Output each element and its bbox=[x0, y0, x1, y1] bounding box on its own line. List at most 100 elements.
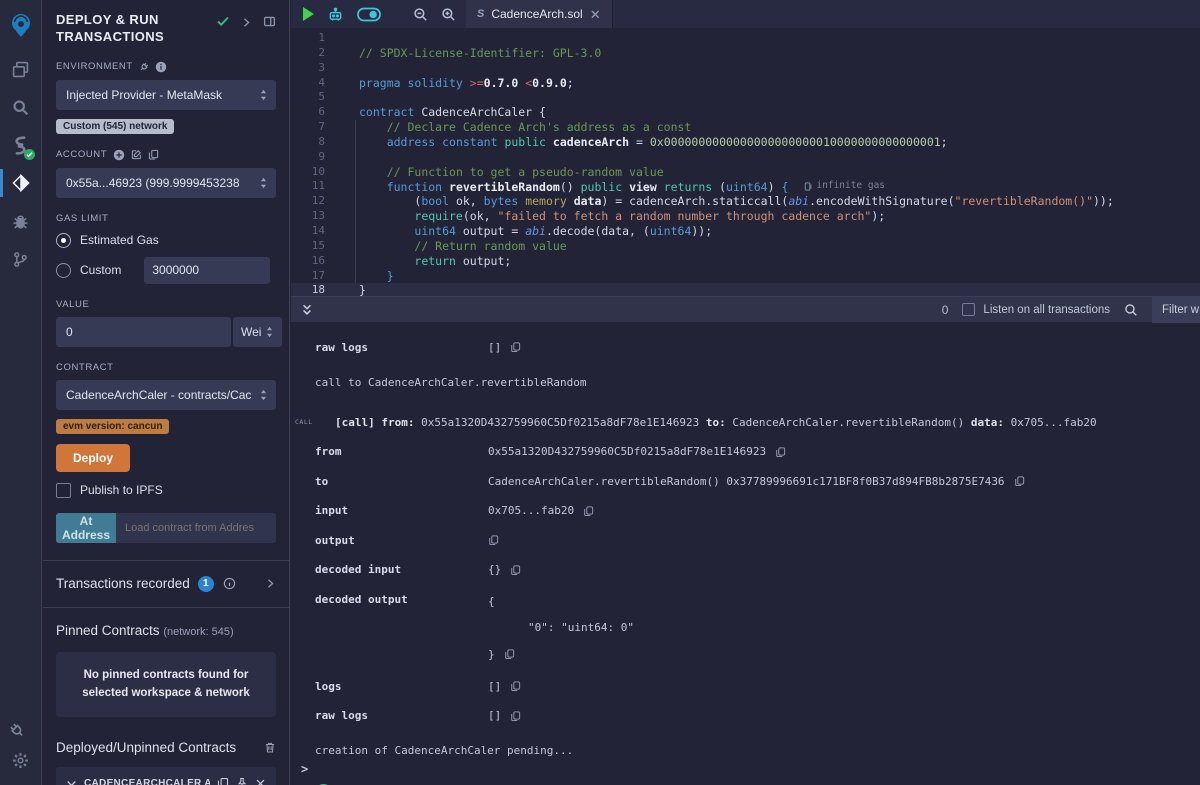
code-line[interactable]: 2// SPDX-License-Identifier: GPL-3.0 bbox=[291, 46, 1200, 61]
add-account-icon[interactable] bbox=[113, 149, 125, 161]
solidity-compiler-icon[interactable] bbox=[0, 126, 41, 164]
code-line[interactable]: 8 address constant public cadenceArch = … bbox=[291, 135, 1200, 150]
transactions-recorded-row[interactable]: Transactions recorded 1 bbox=[43, 561, 289, 607]
expand-terminal-icon[interactable] bbox=[301, 303, 313, 317]
code-line[interactable]: 17 } bbox=[291, 269, 1200, 284]
zoom-in-icon[interactable] bbox=[441, 7, 456, 22]
contract-select[interactable]: CadenceArchCaler - contracts/Cac bbox=[56, 380, 276, 410]
custom-gas-input[interactable] bbox=[144, 257, 270, 284]
terminal-filter-input[interactable] bbox=[1152, 297, 1200, 323]
code-text: // Return random value bbox=[337, 239, 567, 254]
copy-icon[interactable] bbox=[488, 534, 499, 546]
estimated-gas-radio[interactable] bbox=[56, 233, 71, 248]
zoom-out-icon[interactable] bbox=[413, 7, 428, 22]
chevron-updown-icon bbox=[259, 177, 268, 189]
panel-check-icon bbox=[216, 14, 230, 33]
settings-icon[interactable] bbox=[0, 741, 41, 779]
copy-icon[interactable] bbox=[1014, 475, 1025, 487]
copy-icon[interactable] bbox=[510, 680, 521, 692]
panel-layout-icon[interactable] bbox=[263, 15, 276, 33]
listen-all-checkbox[interactable] bbox=[962, 303, 975, 316]
account-select[interactable]: 0x55a...46923 (999.9999453238 bbox=[56, 168, 276, 198]
code-line[interactable]: 15 // Return random value bbox=[291, 239, 1200, 254]
remix-logo[interactable] bbox=[0, 0, 41, 50]
trash-icon[interactable] bbox=[264, 741, 276, 754]
copy-icon[interactable] bbox=[504, 648, 515, 660]
transactions-expand-icon[interactable] bbox=[265, 578, 276, 589]
chevron-updown-icon bbox=[259, 389, 268, 401]
terminal-row-kv: toCadenceArchCaler.revertibleRandom() 0x… bbox=[315, 475, 1200, 488]
contract-label: CONTRACT bbox=[56, 362, 114, 373]
custom-gas-radio[interactable] bbox=[56, 263, 71, 278]
terminal-row-kv: from0x55a1320D432759960C5Df0215a8dF78e1E… bbox=[315, 445, 1200, 458]
terminal-field-value: [] bbox=[488, 680, 521, 693]
publish-ipfs-checkbox[interactable] bbox=[56, 483, 71, 498]
terminal-log[interactable]: raw logs[]call to CadenceArchCaler.rever… bbox=[291, 322, 1200, 785]
deploy-button[interactable]: Deploy bbox=[56, 444, 130, 472]
value-unit: Wei bbox=[241, 325, 261, 339]
environment-label: ENVIRONMENT bbox=[56, 61, 133, 72]
code-editor[interactable]: 12// SPDX-License-Identifier: GPL-3.034p… bbox=[291, 28, 1200, 296]
copy-icon[interactable] bbox=[510, 710, 521, 722]
transactions-info-icon[interactable] bbox=[223, 577, 236, 590]
code-line[interactable]: 10 // Function to get a pseudo-random va… bbox=[291, 165, 1200, 180]
deploy-run-icon[interactable] bbox=[0, 164, 41, 202]
code-line[interactable]: 9 bbox=[291, 150, 1200, 165]
at-address-button[interactable]: At Address bbox=[56, 513, 116, 543]
search-icon[interactable] bbox=[0, 88, 41, 126]
code-line[interactable]: 1 bbox=[291, 31, 1200, 46]
git-icon[interactable] bbox=[0, 240, 41, 278]
close-icon[interactable] bbox=[255, 778, 266, 785]
code-line[interactable]: 5 bbox=[291, 90, 1200, 105]
copy-icon[interactable] bbox=[510, 341, 521, 353]
copy-icon[interactable] bbox=[583, 505, 594, 517]
tab-cadencearch-sol[interactable]: S CadenceArch.sol ✕ bbox=[466, 0, 613, 28]
terminal-field-value: {} bbox=[488, 563, 521, 576]
copy-icon[interactable] bbox=[217, 777, 229, 785]
code-line[interactable]: 7 // Declare Cadence Arch's address as a… bbox=[291, 120, 1200, 135]
plug-icon[interactable] bbox=[139, 62, 149, 72]
environment-select[interactable]: Injected Provider - MetaMask bbox=[56, 80, 276, 110]
terminal-search-icon[interactable] bbox=[1124, 303, 1138, 317]
line-number: 12 bbox=[291, 194, 337, 209]
terminal-row-kv: raw logs[] bbox=[315, 341, 1200, 354]
code-line[interactable]: 6contract CadenceArchCaler { bbox=[291, 105, 1200, 120]
at-address-input[interactable] bbox=[116, 513, 276, 543]
terminal-prompt[interactable]: > bbox=[301, 762, 308, 776]
copy-icon[interactable] bbox=[775, 446, 786, 458]
panel-forward-icon[interactable] bbox=[241, 15, 252, 33]
contract-value: CadenceArchCaler - contracts/Cac bbox=[66, 388, 255, 402]
terminal-field-label: decoded output bbox=[315, 593, 488, 606]
terminal-row-text: creation of CadenceArchCaler pending... bbox=[315, 744, 1200, 757]
file-explorer-icon[interactable] bbox=[0, 50, 41, 88]
code-line[interactable]: 14 uint64 output = abi.decode(data, (uin… bbox=[291, 224, 1200, 239]
run-script-button[interactable] bbox=[303, 7, 314, 21]
edit-account-icon[interactable] bbox=[131, 149, 142, 160]
plugin-manager-icon[interactable] bbox=[0, 703, 41, 741]
code-line[interactable]: 11 function revertibleRandom() public vi… bbox=[291, 179, 1200, 194]
code-line[interactable]: 12 (bool ok, bytes memory data) = cadenc… bbox=[291, 194, 1200, 209]
line-number: 14 bbox=[291, 224, 337, 239]
ai-assistant-icon[interactable] bbox=[327, 7, 344, 22]
code-line[interactable]: 4pragma solidity >=0.7.0 <0.9.0; bbox=[291, 76, 1200, 91]
code-line[interactable]: 16 return output; bbox=[291, 254, 1200, 269]
tab-close-icon[interactable]: ✕ bbox=[590, 8, 601, 21]
account-label: ACCOUNT bbox=[56, 149, 107, 160]
debugger-icon[interactable] bbox=[0, 202, 41, 240]
code-text: uint64 output = abi.decode(data, (uint64… bbox=[337, 224, 712, 239]
pin-icon[interactable] bbox=[236, 777, 248, 785]
code-line[interactable]: 3 bbox=[291, 61, 1200, 76]
terminal-field-value: 0x705...fab20 bbox=[488, 504, 594, 517]
chevron-down-icon[interactable] bbox=[66, 778, 77, 785]
copy-account-icon[interactable] bbox=[148, 149, 159, 160]
value-unit-select[interactable]: Wei bbox=[233, 317, 282, 347]
code-line[interactable]: 18} bbox=[291, 283, 1200, 296]
copy-icon[interactable] bbox=[510, 564, 521, 576]
code-line[interactable]: 13 require(ok, "failed to fetch a random… bbox=[291, 209, 1200, 224]
terminal-row-kv: logs[] bbox=[315, 680, 1200, 693]
environment-info-icon[interactable] bbox=[155, 61, 167, 73]
call-summary[interactable]: [call] from: 0x55a1320D432759960C5Df0215… bbox=[335, 416, 1097, 429]
copilot-toggle[interactable] bbox=[357, 7, 381, 22]
value-input[interactable] bbox=[56, 317, 231, 347]
terminal-field-value: [] bbox=[488, 709, 521, 722]
